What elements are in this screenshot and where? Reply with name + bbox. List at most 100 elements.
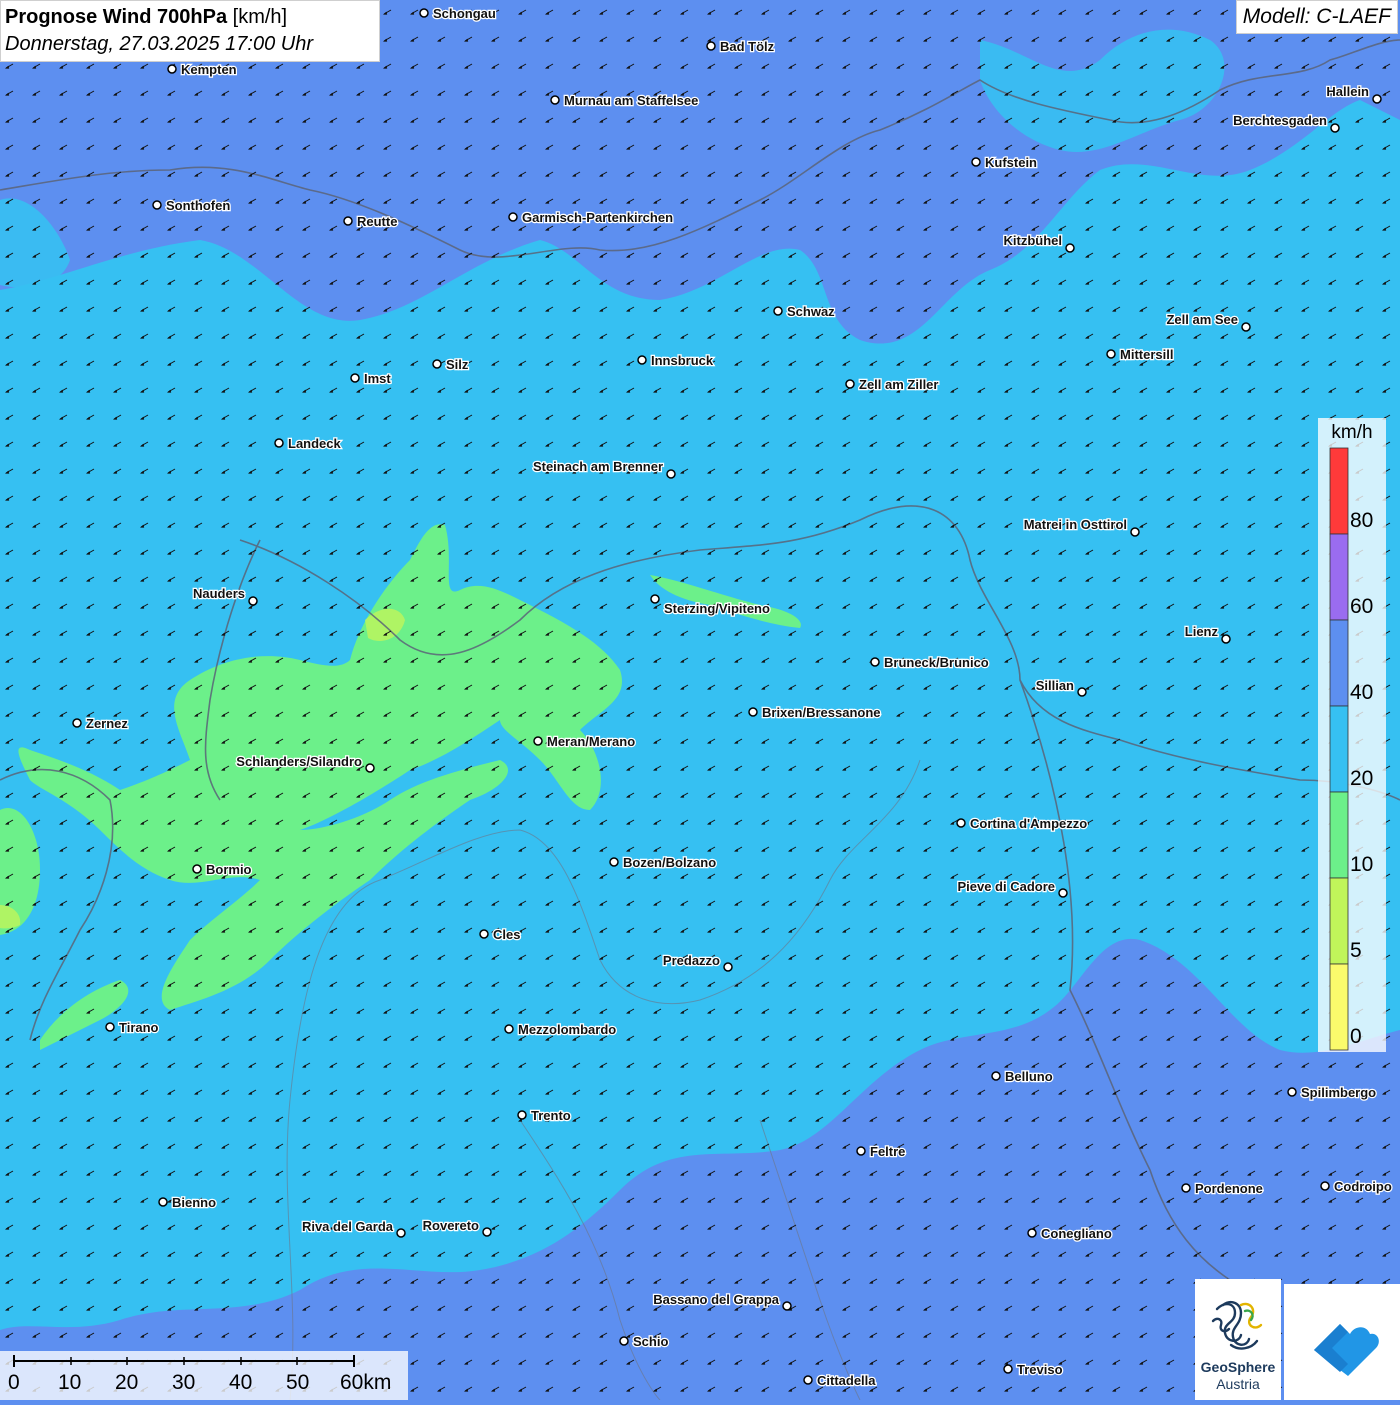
city-label: Bassano del Grappa <box>653 1292 779 1307</box>
city-dot-icon <box>533 736 543 746</box>
city-dot-icon <box>274 438 284 448</box>
city-dot-icon <box>723 962 733 972</box>
city-label: Innsbruck <box>651 353 714 368</box>
legend-tick-0: 0 <box>1350 1025 1362 1048</box>
legend-swatch <box>1329 447 1349 535</box>
city-dot-icon <box>72 718 82 728</box>
city-dot-icon <box>550 95 560 105</box>
wind-map: Schongau Bad Tölz Kempten Murnau am Staffel… <box>0 0 1400 1400</box>
city-label: Silz <box>446 357 469 372</box>
city-dot-icon <box>748 707 758 717</box>
scale-label-40: 40 <box>229 1371 253 1394</box>
city-dot-icon <box>1241 322 1251 332</box>
city-dot-icon <box>856 1146 866 1156</box>
geosphere-logo: GeoSphere Austria <box>1195 1279 1281 1400</box>
scale-label-60km: 60km <box>340 1371 392 1394</box>
city-label: Conegliano <box>1041 1226 1112 1241</box>
city-marker: Zell am Ziller <box>845 376 940 393</box>
legend-swatch <box>1329 533 1349 621</box>
city-label: Sillian <box>1036 678 1074 693</box>
city-dot-icon <box>773 306 783 316</box>
city-marker: Meran/Merano <box>533 733 636 750</box>
city-label: Schio <box>633 1334 668 1349</box>
city-label: Pieve di Cadore <box>957 879 1055 894</box>
city-dot-icon <box>343 216 353 226</box>
city-marker: Bozen/Bolzano <box>609 854 717 871</box>
legend-swatch <box>1329 791 1349 879</box>
city-label: Reutte <box>357 214 397 229</box>
city-label: Schlanders/Silandro <box>236 754 362 769</box>
city-dot-icon <box>650 594 660 604</box>
city-label: Bozen/Bolzano <box>623 855 716 870</box>
legend-tick-40: 40 <box>1350 681 1374 704</box>
city-marker: Brixen/Bressanone <box>748 704 882 721</box>
city-label: Zell am See <box>1166 312 1238 327</box>
city-dot-icon <box>609 857 619 867</box>
city-label: Predazzo <box>663 953 720 968</box>
color-legend: km/h 80 60 40 20 10 5 0 <box>1318 418 1386 1052</box>
city-label: Cittadella <box>817 1373 876 1388</box>
city-dot-icon <box>666 469 676 479</box>
scale-label-30: 30 <box>172 1371 196 1394</box>
city-label: Kitzbühel <box>1004 233 1063 248</box>
scale-label-10: 10 <box>58 1371 82 1394</box>
scale-label-20: 20 <box>115 1371 139 1394</box>
city-marker: Cortina d'Ampezzo <box>956 815 1089 832</box>
city-label: Tirano <box>119 1020 159 1035</box>
city-label: Trento <box>531 1108 571 1123</box>
city-dot-icon <box>152 200 162 210</box>
city-label: Bienno <box>172 1195 216 1210</box>
scale-bar: 0 10 20 30 40 50 60km <box>0 1351 408 1400</box>
legend-swatch <box>1329 877 1349 965</box>
city-label: Berchtesgaden <box>1233 113 1327 128</box>
city-label: Zell am Ziller <box>859 377 938 392</box>
city-dot-icon <box>845 379 855 389</box>
city-dot-icon <box>991 1071 1001 1081</box>
legend-swatch <box>1329 619 1349 707</box>
city-dot-icon <box>1027 1228 1037 1238</box>
city-dot-icon <box>870 657 880 667</box>
scale-label-0: 0 <box>8 1371 20 1394</box>
city-label: Lienz <box>1185 624 1219 639</box>
city-dot-icon <box>619 1336 629 1346</box>
city-label: Sonthofen <box>166 198 230 213</box>
city-label: Zernez <box>86 716 128 731</box>
city-label: Landeck <box>288 436 342 451</box>
city-dot-icon <box>1330 123 1340 133</box>
city-label: Sterzing/Vipiteno <box>664 601 770 616</box>
city-label: Cortina d'Ampezzo <box>970 816 1087 831</box>
city-label: Bormio <box>206 862 252 877</box>
city-dot-icon <box>1003 1364 1013 1374</box>
city-dot-icon <box>1287 1087 1297 1097</box>
city-label: Belluno <box>1005 1069 1053 1084</box>
city-dot-icon <box>1077 687 1087 697</box>
city-label: Bruneck/Brunico <box>884 655 989 670</box>
city-label: Pordenone <box>1195 1181 1263 1196</box>
geosphere-emblem-icon <box>1211 1301 1263 1350</box>
city-dot-icon <box>508 212 518 222</box>
city-dot-icon <box>167 64 177 74</box>
map-title: Prognose Wind 700hPa [km/h] <box>5 4 375 31</box>
legend-tick-5: 5 <box>1350 939 1362 962</box>
city-dot-icon <box>1372 94 1382 104</box>
cloud-app-logo <box>1284 1284 1400 1400</box>
city-dot-icon <box>158 1197 168 1207</box>
logo-text-austria: Austria <box>1216 1376 1260 1392</box>
city-dot-icon <box>803 1375 813 1385</box>
city-label: Rovereto <box>423 1218 479 1233</box>
title-box: Prognose Wind 700hPa [km/h] Donnerstag, … <box>0 0 380 62</box>
city-dot-icon <box>1181 1183 1191 1193</box>
city-dot-icon <box>1058 888 1068 898</box>
city-label: Brixen/Bressanone <box>762 705 881 720</box>
city-label: Treviso <box>1017 1362 1063 1377</box>
cloud-chevron-icon <box>1314 1324 1379 1376</box>
city-marker: Garmisch-Partenkirchen <box>508 209 674 226</box>
logo-text-geosphere: GeoSphere <box>1200 1359 1276 1375</box>
city-dot-icon <box>350 373 360 383</box>
city-dot-icon <box>365 763 375 773</box>
city-dot-icon <box>782 1301 792 1311</box>
legend-tick-10: 10 <box>1350 853 1374 876</box>
legend-swatches <box>1329 447 1349 1051</box>
city-dot-icon <box>517 1110 527 1120</box>
legend-tick-80: 80 <box>1350 509 1374 532</box>
